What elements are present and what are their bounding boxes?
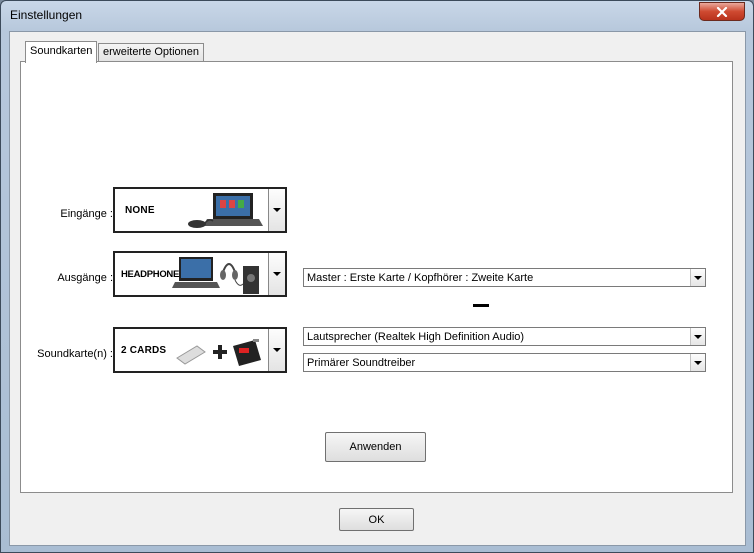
chevron-down-icon (694, 334, 702, 339)
soundcards-label: Soundkarte(n) : (37, 348, 113, 360)
laptop-headphones-speaker-icon (172, 257, 259, 294)
close-button[interactable] (699, 2, 745, 21)
outputs-label: Ausgänge : (57, 272, 113, 284)
tab-erweiterte-optionen[interactable]: erweiterte Optionen (98, 43, 204, 62)
window-title: Einstellungen (10, 8, 83, 22)
tab-soundkarten[interactable]: Soundkarten (25, 41, 98, 63)
sound-device-arrow[interactable] (690, 328, 705, 345)
chevron-down-icon (273, 272, 281, 276)
close-icon (716, 6, 728, 17)
soundcards-image-text: 2 CARDS (121, 345, 167, 356)
inputs-image-text: NONE (125, 205, 155, 216)
inputs-label: Eingänge : (60, 208, 113, 220)
separator-dash (473, 304, 489, 307)
outputs-dropdown-arrow[interactable] (268, 253, 285, 295)
tab-panel-soundkarten: Eingänge : NONE Ausgänge: HEADPHONES Ma… (20, 61, 733, 493)
ok-button[interactable]: OK (339, 508, 414, 531)
sound-driver-value: Primärer Soundtreiber (307, 356, 416, 369)
sound-driver-arrow[interactable] (690, 354, 705, 371)
output-mode-arrow[interactable] (690, 269, 705, 286)
output-mode-value: Master : Erste Karte / Kopfhörer : Zweit… (307, 271, 534, 284)
output-mode-select[interactable]: Master : Erste Karte / Kopfhörer : Zweit… (303, 268, 706, 287)
sound-driver-select[interactable]: Primärer Soundtreiber (303, 353, 706, 372)
two-soundcards-icon (176, 339, 261, 366)
soundcards-dropdown-arrow[interactable] (268, 329, 285, 371)
soundcards-image-dropdown[interactable]: 2 CARDS (113, 327, 287, 373)
title-bar[interactable]: Einstellungen (1, 1, 753, 29)
chevron-down-icon (694, 275, 702, 280)
outputs-image-dropdown[interactable]: HEADPHONES (113, 251, 287, 297)
inputs-image-dropdown[interactable]: NONE (113, 187, 287, 233)
sound-device-value: Lautsprecher (Realtek High Definition Au… (307, 330, 525, 343)
sound-device-select[interactable]: Lautsprecher (Realtek High Definition Au… (303, 327, 706, 346)
inputs-dropdown-arrow[interactable] (268, 189, 285, 231)
dialog-client-area: Soundkarten erweiterte Optionen Eingänge… (9, 31, 746, 546)
chevron-down-icon (273, 348, 281, 352)
apply-button[interactable]: Anwenden (325, 432, 426, 462)
laptop-with-controller-icon (188, 193, 263, 228)
chevron-down-icon (273, 208, 281, 212)
chevron-down-icon (694, 360, 702, 365)
settings-window: Einstellungen Soundkarten erweiterte Opt… (0, 0, 754, 553)
